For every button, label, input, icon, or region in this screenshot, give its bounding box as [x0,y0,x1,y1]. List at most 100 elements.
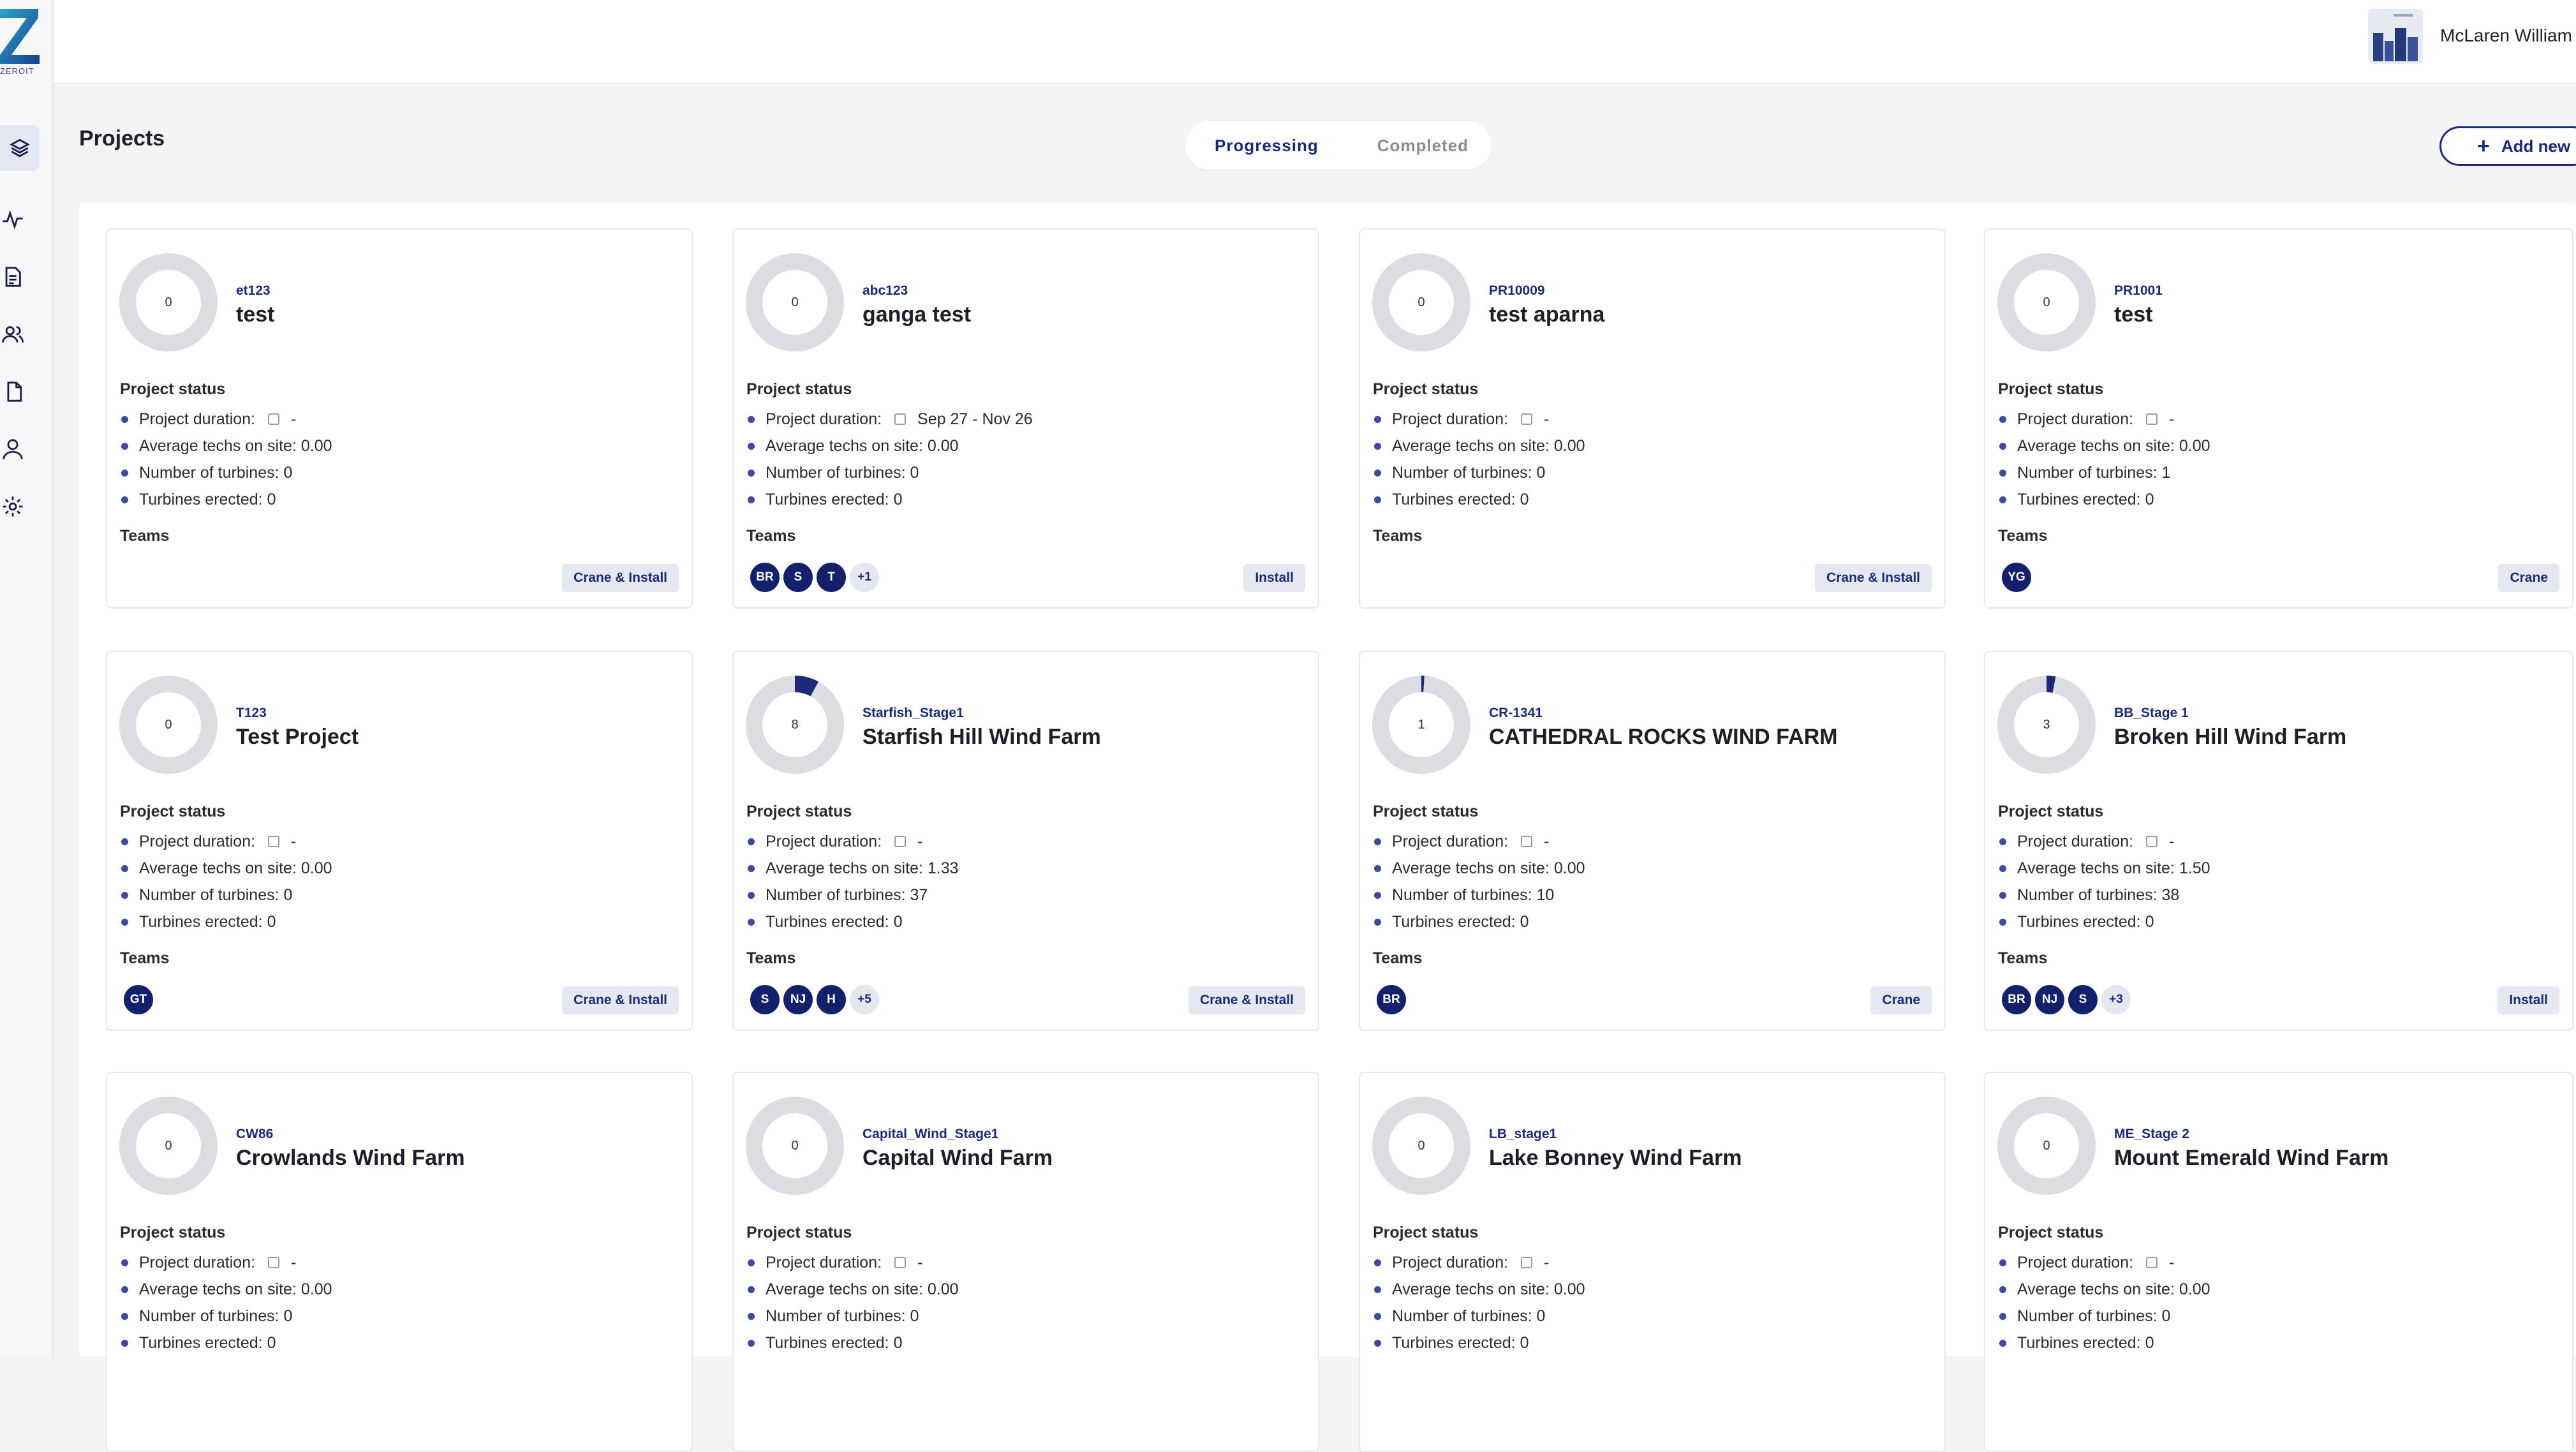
stat-turbines: Number of turbines: 0 [120,882,332,908]
project-code[interactable]: LB_stage1 [1489,1127,1557,1142]
team-member-avatar[interactable]: S [749,984,781,1016]
progress-donut: 1 [1372,675,1471,774]
project-name[interactable]: test [236,302,274,327]
stat-duration-value: - [291,410,297,428]
progress-value: 8 [791,717,799,732]
project-code[interactable]: abc123 [862,283,908,299]
stat-erected-label: Turbines erected: [2017,1333,2141,1352]
project-status-heading: Project status [1373,380,1479,398]
user-name[interactable]: McLaren William [2440,26,2572,46]
project-code[interactable]: et123 [236,283,270,299]
calendar-icon [1521,413,1533,425]
project-code[interactable]: T123 [236,706,267,721]
team-type-badge[interactable]: Crane & Install [1188,986,1305,1014]
team-member-avatar[interactable]: S [782,561,814,593]
project-card[interactable]: 0 ME_Stage 2 Mount Emerald Wind Farm Pro… [1984,1072,2573,1452]
stat-turbines: Number of turbines: 0 [746,1303,959,1330]
project-code[interactable]: CR-1341 [1489,706,1543,721]
project-code[interactable]: BB_Stage 1 [2114,706,2189,721]
project-name[interactable]: Crowlands Wind Farm [236,1146,465,1171]
team-member-avatar[interactable]: +1 [848,561,880,593]
team-member-avatar[interactable]: BR [1375,984,1407,1016]
project-card[interactable]: 0 abc123 ganga test Project status Proje… [732,228,1319,609]
progress-donut: 0 [745,253,845,352]
project-status-heading: Project status [1998,803,2104,820]
tab-progressing[interactable]: Progressing [1185,136,1348,156]
stat-turbines-label: Number of turbines: [1392,1307,1532,1325]
add-new-button[interactable]: + Add new [2439,126,2576,166]
team-member-avatar[interactable]: H [815,984,847,1016]
project-status-heading: Project status [1998,1224,2104,1241]
project-status-heading: Project status [1998,380,2104,398]
stat-turbines-label: Number of turbines: [766,1307,906,1325]
nav-teams-icon[interactable] [0,322,26,347]
nav-activity-icon[interactable] [0,207,26,232]
team-member-avatar[interactable]: BR [749,561,781,593]
progress-value: 0 [791,295,799,309]
project-card[interactable]: 0 LB_stage1 Lake Bonney Wind Farm Projec… [1359,1072,1946,1452]
project-name[interactable]: Test Project [236,725,359,750]
project-code[interactable]: CW86 [236,1127,273,1142]
nav-projects-icon[interactable] [0,125,40,171]
team-member-avatar[interactable]: S [2067,984,2099,1016]
team-member-avatar[interactable]: +3 [2100,984,2132,1016]
stat-duration-value: - [917,1253,923,1271]
project-card[interactable]: 0 PR10009 test aparna Project status Pro… [1359,228,1946,609]
project-code[interactable]: PR1001 [2114,283,2163,299]
team-type-badge[interactable]: Crane [2498,564,2559,592]
team-type-badge[interactable]: Crane & Install [1814,564,1932,592]
nav-documents-icon[interactable] [0,264,26,290]
project-code[interactable]: Starfish_Stage1 [862,706,964,721]
team-member-avatar[interactable]: BR [2001,984,2032,1016]
project-card[interactable]: 0 et123 test Project status Project dura… [106,228,693,609]
stat-erected-value: 0 [893,1333,903,1352]
stat-turbines: Number of turbines: 0 [746,459,1033,486]
stat-turbines-value: 0 [2161,1307,2171,1325]
project-name[interactable]: Lake Bonney Wind Farm [1489,1146,1742,1171]
team-member-avatar[interactable]: +5 [848,984,880,1016]
team-type-badge[interactable]: Crane & Install [561,986,679,1014]
stat-avg-techs: Average techs on site: 0.00 [746,1276,959,1303]
project-card[interactable]: 0 CW86 Crowlands Wind Farm Project statu… [106,1072,693,1452]
project-card[interactable]: 8 Starfish_Stage1 Starfish Hill Wind Far… [732,651,1319,1031]
project-card[interactable]: 0 Capital_Wind_Stage1 Capital Wind Farm … [732,1072,1319,1452]
project-name[interactable]: Mount Emerald Wind Farm [2114,1146,2388,1171]
team-member-avatar[interactable]: T [815,561,847,593]
project-card[interactable]: 3 BB_Stage 1 Broken Hill Wind Farm Proje… [1984,651,2573,1031]
stat-duration: Project duration: - [120,828,332,855]
project-name[interactable]: Starfish Hill Wind Farm [862,725,1101,750]
team-type-badge[interactable]: Crane [1870,986,1932,1014]
stat-erected: Turbines erected: 0 [1373,1330,1585,1356]
nav-settings-icon[interactable] [0,494,26,519]
user-avatar[interactable] [2368,9,2423,64]
project-code[interactable]: Capital_Wind_Stage1 [862,1127,998,1142]
stat-erected-label: Turbines erected: [139,912,263,931]
project-name[interactable]: ganga test [862,302,971,327]
nav-profile-icon[interactable] [0,436,26,462]
project-card[interactable]: 0 PR1001 test Project status Project dur… [1984,228,2573,609]
tab-completed[interactable]: Completed [1348,136,1498,156]
team-member-avatar[interactable]: NJ [782,984,814,1016]
project-code[interactable]: PR10009 [1489,283,1545,299]
stat-erected-label: Turbines erected: [1392,912,1516,931]
project-card[interactable]: 1 CR-1341 CATHEDRAL ROCKS WIND FARM Proj… [1359,651,1946,1031]
stat-avg-value: 0.00 [1553,859,1585,877]
stat-erected-label: Turbines erected: [2017,912,2141,931]
team-type-badge[interactable]: Install [2498,986,2559,1014]
nav-files-icon[interactable] [0,379,26,404]
project-name[interactable]: test aparna [1489,302,1604,327]
project-name[interactable]: Capital Wind Farm [862,1146,1053,1171]
project-card[interactable]: 0 T123 Test Project Project status Proje… [106,651,693,1031]
project-name[interactable]: Broken Hill Wind Farm [2114,725,2346,750]
team-member-avatar[interactable]: NJ [2034,984,2066,1016]
project-name[interactable]: CATHEDRAL ROCKS WIND FARM [1489,725,1838,750]
stat-erected: Turbines erected: 0 [1373,486,1585,513]
page-title: Projects [79,126,165,151]
team-member-avatar[interactable]: YG [2001,561,2032,593]
teams-heading: Teams [120,949,170,967]
team-member-avatar[interactable]: GT [122,984,154,1016]
team-type-badge[interactable]: Install [1243,564,1305,592]
team-type-badge[interactable]: Crane & Install [561,564,679,592]
project-name[interactable]: test [2114,302,2152,327]
project-code[interactable]: ME_Stage 2 [2114,1127,2189,1142]
